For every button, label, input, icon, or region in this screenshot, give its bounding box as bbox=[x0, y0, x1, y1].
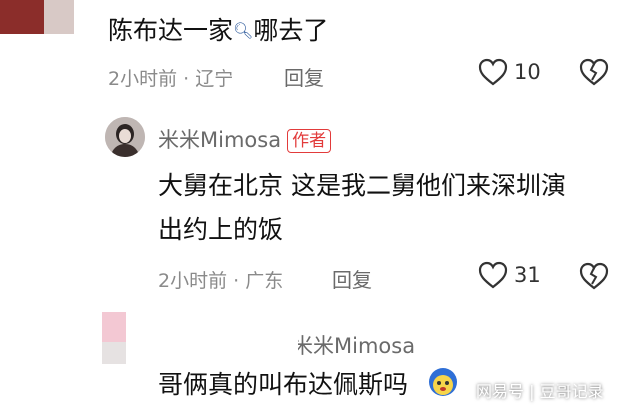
like-button[interactable]: 10 bbox=[478, 58, 541, 86]
reply-username-row: 米米Mimosa 作者 bbox=[158, 124, 332, 154]
reply-text-line-2: 出约上的饭 bbox=[158, 215, 284, 244]
watermark-divider: | bbox=[529, 382, 535, 401]
user-photo bbox=[105, 117, 145, 157]
reply-text-line-1: 大舅在北京 这是我二舅他们来深圳演 bbox=[158, 171, 566, 200]
watermark-account: 豆哥记录 bbox=[539, 382, 604, 401]
like-count: 10 bbox=[514, 60, 541, 84]
emoji-icon bbox=[427, 366, 459, 402]
reply-button[interactable]: 回复 bbox=[332, 264, 372, 293]
comment-time: 2小时前 bbox=[108, 68, 178, 90]
like-count: 31 bbox=[514, 263, 541, 287]
watermark-brand: 网易号 bbox=[476, 382, 525, 401]
reply-meta: 2小时前 · 广东 bbox=[158, 266, 283, 293]
broken-heart-icon bbox=[579, 58, 609, 86]
username[interactable]: 米米Mimosa bbox=[158, 128, 281, 152]
comment-text: 陈布达一家🔍︎哪去了 bbox=[108, 14, 328, 48]
watermark: 网易号 | 豆哥记录 bbox=[476, 378, 604, 402]
broken-heart-icon bbox=[579, 262, 609, 290]
dislike-button[interactable] bbox=[579, 262, 609, 294]
reply-button[interactable]: 回复 bbox=[284, 62, 324, 91]
like-button[interactable]: 31 bbox=[478, 261, 541, 289]
reply-time: 2小时前 bbox=[158, 270, 228, 292]
dislike-button[interactable] bbox=[579, 58, 609, 90]
comment-text-tail: 哪去了 bbox=[253, 16, 329, 45]
avatar[interactable] bbox=[0, 0, 44, 34]
search-icon[interactable]: 🔍︎ bbox=[233, 21, 253, 40]
username[interactable]: 米米Mimosa bbox=[298, 330, 415, 360]
heart-icon bbox=[478, 58, 508, 86]
comment-meta: 2小时前 · 辽宁 bbox=[108, 64, 233, 91]
reply-location: · 广东 bbox=[233, 270, 284, 292]
heart-icon bbox=[478, 261, 508, 289]
avatar[interactable] bbox=[105, 117, 145, 157]
reply-text-content: 哥俩真的叫布达佩斯吗 bbox=[158, 370, 409, 399]
avatar[interactable] bbox=[102, 312, 126, 342]
avatar-background bbox=[102, 342, 126, 364]
avatar-background bbox=[44, 0, 74, 34]
author-badge: 作者 bbox=[287, 129, 332, 153]
comment-location: · 辽宁 bbox=[183, 68, 234, 90]
reply-text: 哥俩真的叫布达佩斯吗 bbox=[158, 368, 408, 402]
comment-text-main: 陈布达一家 bbox=[108, 16, 234, 45]
